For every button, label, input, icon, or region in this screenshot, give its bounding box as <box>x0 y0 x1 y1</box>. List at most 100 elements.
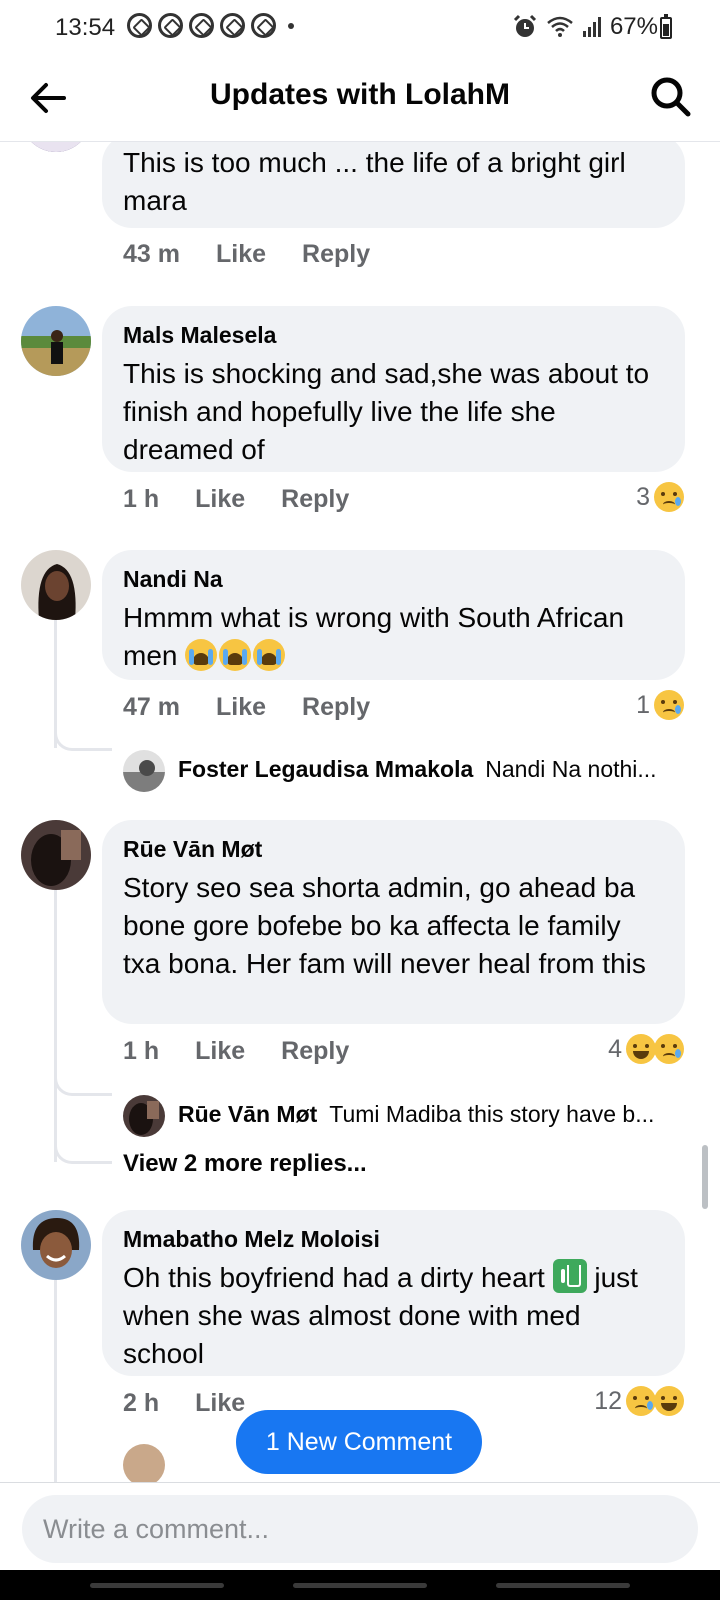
crying-emoji-icon <box>253 639 286 671</box>
reaction-summary[interactable]: 3 <box>636 482 684 512</box>
laugh-emoji-icon <box>626 1034 656 1064</box>
avatar-image <box>123 750 165 792</box>
comment-bubble[interactable]: This is too much ... the life of a brigh… <box>102 142 685 228</box>
comment-actions: 1 h Like Reply <box>123 485 349 514</box>
battery-percent: 67% <box>609 13 658 40</box>
comment-text: Oh this boyfriend had a dirty heart just… <box>123 1259 665 1373</box>
like-button[interactable]: Like <box>195 1389 245 1418</box>
comment-actions: 1 h Like Reply <box>123 1037 349 1066</box>
reply-avatar[interactable] <box>123 750 165 792</box>
crying-emoji-icon <box>219 639 252 671</box>
comment-composer <box>0 1482 720 1600</box>
reply-avatar[interactable] <box>123 1095 165 1137</box>
search-button[interactable] <box>648 74 694 120</box>
reply-connector <box>54 1140 112 1164</box>
search-icon <box>651 77 691 117</box>
comment-text: This is too much ... the life of a brigh… <box>123 147 626 216</box>
nav-home-handle[interactable] <box>293 1583 427 1588</box>
reply-connector <box>54 1072 112 1096</box>
comment-text: Story seo sea shorta admin, go ahead ba … <box>123 872 646 979</box>
top-app-bar: Updates with LolahM <box>0 56 720 142</box>
nav-back-handle[interactable] <box>496 1583 630 1588</box>
avatar[interactable] <box>21 1210 91 1280</box>
like-button[interactable]: Like <box>195 485 245 514</box>
notification-icon <box>158 13 183 38</box>
comment-time[interactable]: 47 m <box>123 693 180 722</box>
reply-author[interactable]: Rūe Vān Møt <box>178 1101 317 1128</box>
comment-time[interactable]: 1 h <box>123 1037 159 1066</box>
avatar-image <box>21 142 91 152</box>
nav-recents-handle[interactable] <box>90 1583 224 1588</box>
comment-author[interactable]: Rūe Vān Møt <box>123 836 665 863</box>
avatar[interactable] <box>21 142 91 152</box>
avatar-image <box>21 820 91 890</box>
reaction-count: 12 <box>594 1386 622 1415</box>
thread-line <box>54 890 57 1162</box>
more-notifications-dot-icon <box>288 22 294 29</box>
comment-time[interactable]: 43 m <box>123 240 180 269</box>
sad-emoji-icon <box>626 1386 656 1416</box>
system-nav-bar <box>0 1570 720 1600</box>
reply-connector <box>54 727 112 751</box>
status-bar: 13:54 67% <box>0 0 720 56</box>
avatar-image <box>123 1095 165 1137</box>
reply-button[interactable]: Reply <box>281 1037 349 1066</box>
comment-input[interactable] <box>22 1495 698 1563</box>
alarm-icon <box>513 14 537 37</box>
comment-actions: 2 h Like <box>123 1389 245 1418</box>
reaction-count: 4 <box>608 1034 622 1063</box>
comment-bubble[interactable]: Rūe Vān Møt Story seo sea shorta admin, … <box>102 820 685 1024</box>
reaction-summary[interactable]: 4 <box>608 1034 684 1064</box>
avatar[interactable] <box>21 550 91 620</box>
comment-time[interactable]: 1 h <box>123 485 159 514</box>
comment-author[interactable]: Mmabatho Melz Moloisi <box>123 1226 665 1253</box>
avatar-image <box>21 1210 91 1280</box>
reply-button[interactable]: Reply <box>281 485 349 514</box>
avatar[interactable] <box>21 306 91 376</box>
notification-icons <box>127 13 294 38</box>
avatar-image <box>21 306 91 376</box>
like-button[interactable]: Like <box>216 693 266 722</box>
comment-bubble[interactable]: Mals Malesela This is shocking and sad,s… <box>102 306 685 472</box>
reaction-summary[interactable]: 1 <box>636 690 684 720</box>
scrollbar[interactable] <box>702 1145 708 1209</box>
reply-button[interactable]: Reply <box>302 240 370 269</box>
reaction-summary[interactable]: 12 <box>594 1386 684 1416</box>
reply-avatar[interactable] <box>123 1444 165 1482</box>
comment-bubble[interactable]: Nandi Na Hmmm what is wrong with South A… <box>102 550 685 680</box>
comment-author[interactable]: Nandi Na <box>123 566 665 593</box>
signal-icon <box>582 17 601 37</box>
notification-icon <box>251 13 276 38</box>
status-indicators: 67% <box>512 13 658 41</box>
notification-icon <box>189 13 214 38</box>
trash-emoji-icon <box>552 1259 587 1293</box>
avatar-image <box>21 550 91 620</box>
reply-snippet: Tumi Madiba this story have b... <box>329 1101 655 1127</box>
page-title: Updates with LolahM <box>210 78 510 111</box>
battery-icon <box>660 14 672 39</box>
reply-button[interactable]: Reply <box>302 693 370 722</box>
reply-snippet: Nandi Na nothi... <box>485 756 657 782</box>
comment-bubble[interactable]: Mmabatho Melz Moloisi Oh this boyfriend … <box>102 1210 685 1376</box>
reaction-count: 3 <box>636 482 650 511</box>
sad-emoji-icon <box>654 690 684 720</box>
comment-author[interactable]: Mals Malesela <box>123 322 665 349</box>
comment-actions: 47 m Like Reply <box>123 693 370 722</box>
comments-feed[interactable]: This is too much ... the life of a brigh… <box>0 142 720 1482</box>
status-time: 13:54 <box>55 14 116 41</box>
reply-preview[interactable]: Foster Legaudisa Mmakola Nandi Na nothi.… <box>178 756 657 783</box>
new-comment-button[interactable]: 1 New Comment <box>236 1410 482 1474</box>
notification-icon <box>220 13 245 38</box>
comment-actions: 43 m Like Reply <box>123 240 370 269</box>
reply-preview[interactable]: Rūe Vān Møt Tumi Madiba this story have … <box>178 1101 654 1128</box>
sad-emoji-icon <box>654 1034 684 1064</box>
like-button[interactable]: Like <box>216 240 266 269</box>
like-button[interactable]: Like <box>195 1037 245 1066</box>
comment-time[interactable]: 2 h <box>123 1389 159 1418</box>
crying-emoji-icon <box>185 639 218 671</box>
avatar[interactable] <box>21 820 91 890</box>
reply-author[interactable]: Foster Legaudisa Mmakola <box>178 756 473 783</box>
reaction-count: 1 <box>636 690 650 719</box>
avatar-image <box>123 1444 165 1482</box>
view-more-replies-link[interactable]: View 2 more replies... <box>123 1150 367 1178</box>
